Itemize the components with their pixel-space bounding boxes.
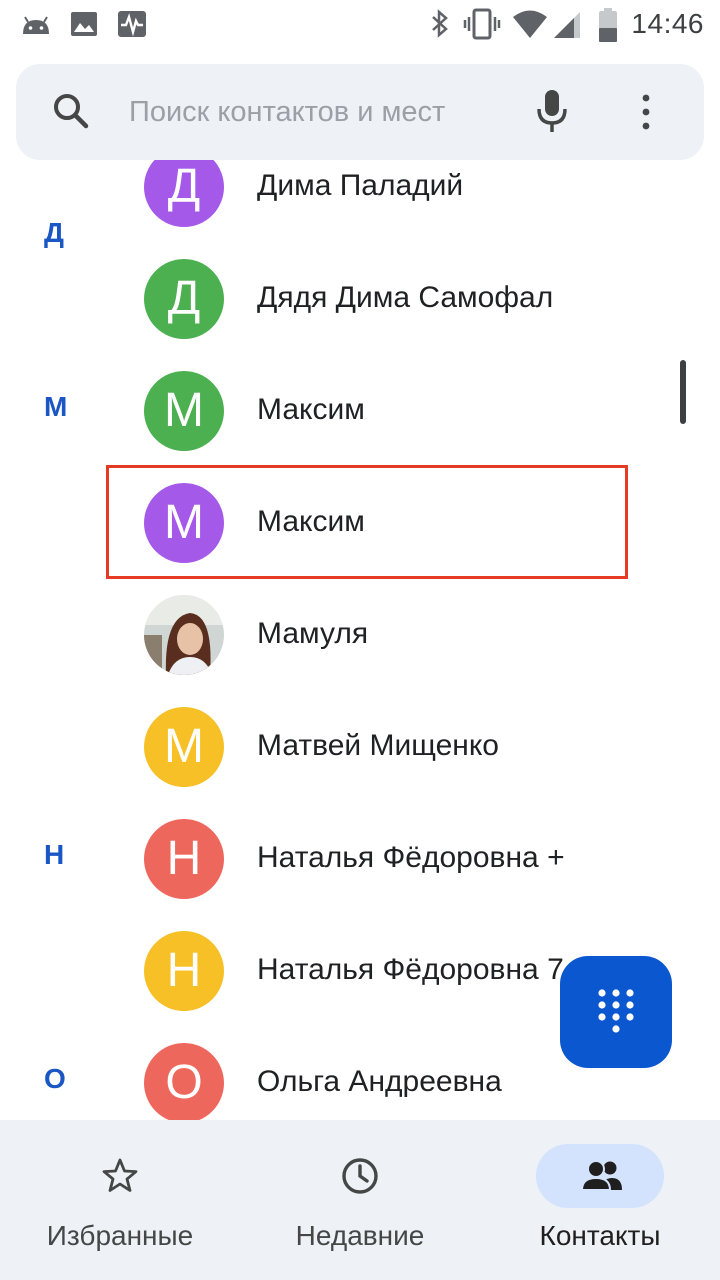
section-letter: О [44,1063,66,1094]
tab-favorites-label: Избранные [46,1220,194,1251]
contact-name: Наталья Фёдоровна 7 [257,953,564,986]
contact-name: Дима Паладий [257,169,464,202]
contact-avatar: Д [144,160,224,227]
contact-name: Максим [257,393,365,426]
vibrate-icon [462,8,502,45]
more-options-icon[interactable] [634,92,658,137]
tab-favorites-icon-container [56,1144,184,1208]
contact-avatar: М [144,371,224,451]
contact-name: Мамуля [257,617,369,650]
activity-icon [116,8,148,45]
star-icon [102,1158,138,1192]
contact-photo-avatar [144,595,224,675]
image-icon [68,8,100,45]
search-input[interactable]: Поиск контактов и мест [129,96,445,129]
contact-row[interactable]: Н Н Наталья Фёдоровна + [0,803,720,915]
contact-name: Ольга Андреевна [257,1065,502,1098]
contact-avatar: Н [144,819,224,899]
dialpad-button[interactable] [560,956,672,1068]
contact-row[interactable]: Д Дима Паладий [0,160,720,243]
tab-contacts-label: Контакты [539,1220,661,1251]
contact-row[interactable]: М Матвей Мищенко [0,691,720,803]
wifi-icon [512,8,548,45]
section-letter: М [44,391,68,422]
clock-icon [342,1158,378,1194]
contact-row[interactable]: Мамуля [0,579,720,691]
contact-avatar: Н [144,931,224,1011]
android-icon [20,8,52,45]
contact-avatar: Д [144,259,224,339]
scrollbar-thumb[interactable] [680,360,686,424]
people-icon [580,1160,622,1191]
status-bar: 14:46 [0,0,720,50]
tab-contacts-icon-container [536,1144,664,1208]
contact-name: Матвей Мищенко [257,729,499,762]
tab-favorites[interactable]: Избранные [0,1120,240,1280]
contact-name: Дядя Дима Самофал [257,281,554,314]
search-icon[interactable] [50,90,94,139]
section-letter: Н [44,839,65,870]
battery-icon [598,8,618,47]
status-time: 14:46 [631,8,704,39]
selection-highlight [106,465,628,579]
contact-row[interactable]: Д Д Дядя Дима Самофал [0,217,720,355]
section-letter: Д [44,217,64,248]
search-bar[interactable]: Поиск контактов и мест [16,64,704,160]
tab-recent[interactable]: Недавние [240,1120,480,1280]
signal-icon [552,8,584,45]
tab-recent-icon-container [296,1144,424,1208]
contact-name: Наталья Фёдоровна + [257,841,565,874]
bluetooth-icon [428,8,452,45]
microphone-icon[interactable] [536,88,568,141]
tab-contacts[interactable]: Контакты [480,1120,720,1280]
contact-row[interactable]: М М Максим [0,355,720,467]
tab-recent-label: Недавние [295,1220,425,1251]
contact-avatar: М [144,707,224,787]
bottom-navigation: Избранные Недавние Контакты [0,1120,720,1280]
contact-avatar: О [144,1043,224,1120]
dialpad-icon [596,988,636,1041]
